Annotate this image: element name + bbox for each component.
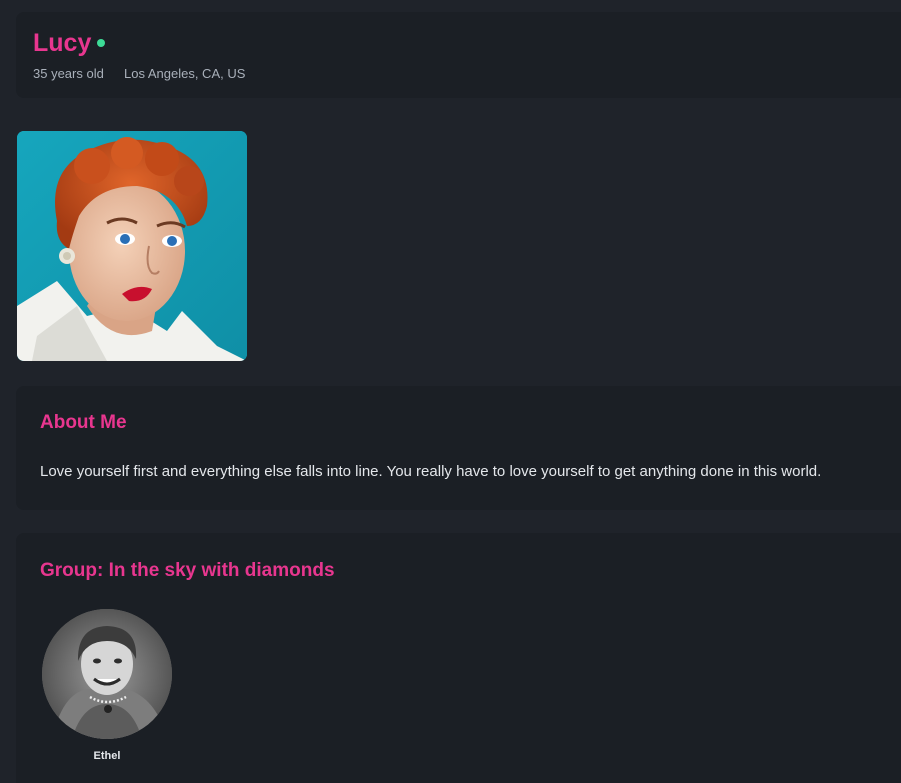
profile-location: Los Angeles, CA, US <box>124 66 246 81</box>
about-me-text: Love yourself first and everything else … <box>40 463 822 480</box>
about-me-title: About Me <box>40 412 127 433</box>
group-member[interactable]: Ethel <box>42 609 172 769</box>
member-name[interactable]: Ethel <box>42 750 172 762</box>
profile-age: 35 years old <box>33 66 104 81</box>
profile-photo-illustration <box>17 131 247 361</box>
member-avatar-illustration <box>42 609 172 739</box>
profile-name: Lucy <box>33 29 92 57</box>
group-section: Group: In the sky with diamonds Ethel <box>16 533 901 783</box>
online-status-icon <box>97 39 105 47</box>
member-avatar[interactable] <box>42 609 172 739</box>
profile-header: Lucy 35 years old Los Angeles, CA, US <box>16 12 901 98</box>
about-me-section: About Me Love yourself first and everyth… <box>16 386 901 510</box>
profile-photo[interactable] <box>17 131 247 361</box>
group-title: Group: In the sky with diamonds <box>40 560 335 581</box>
profile-page: Lucy 35 years old Los Angeles, CA, US Ab… <box>0 0 901 783</box>
